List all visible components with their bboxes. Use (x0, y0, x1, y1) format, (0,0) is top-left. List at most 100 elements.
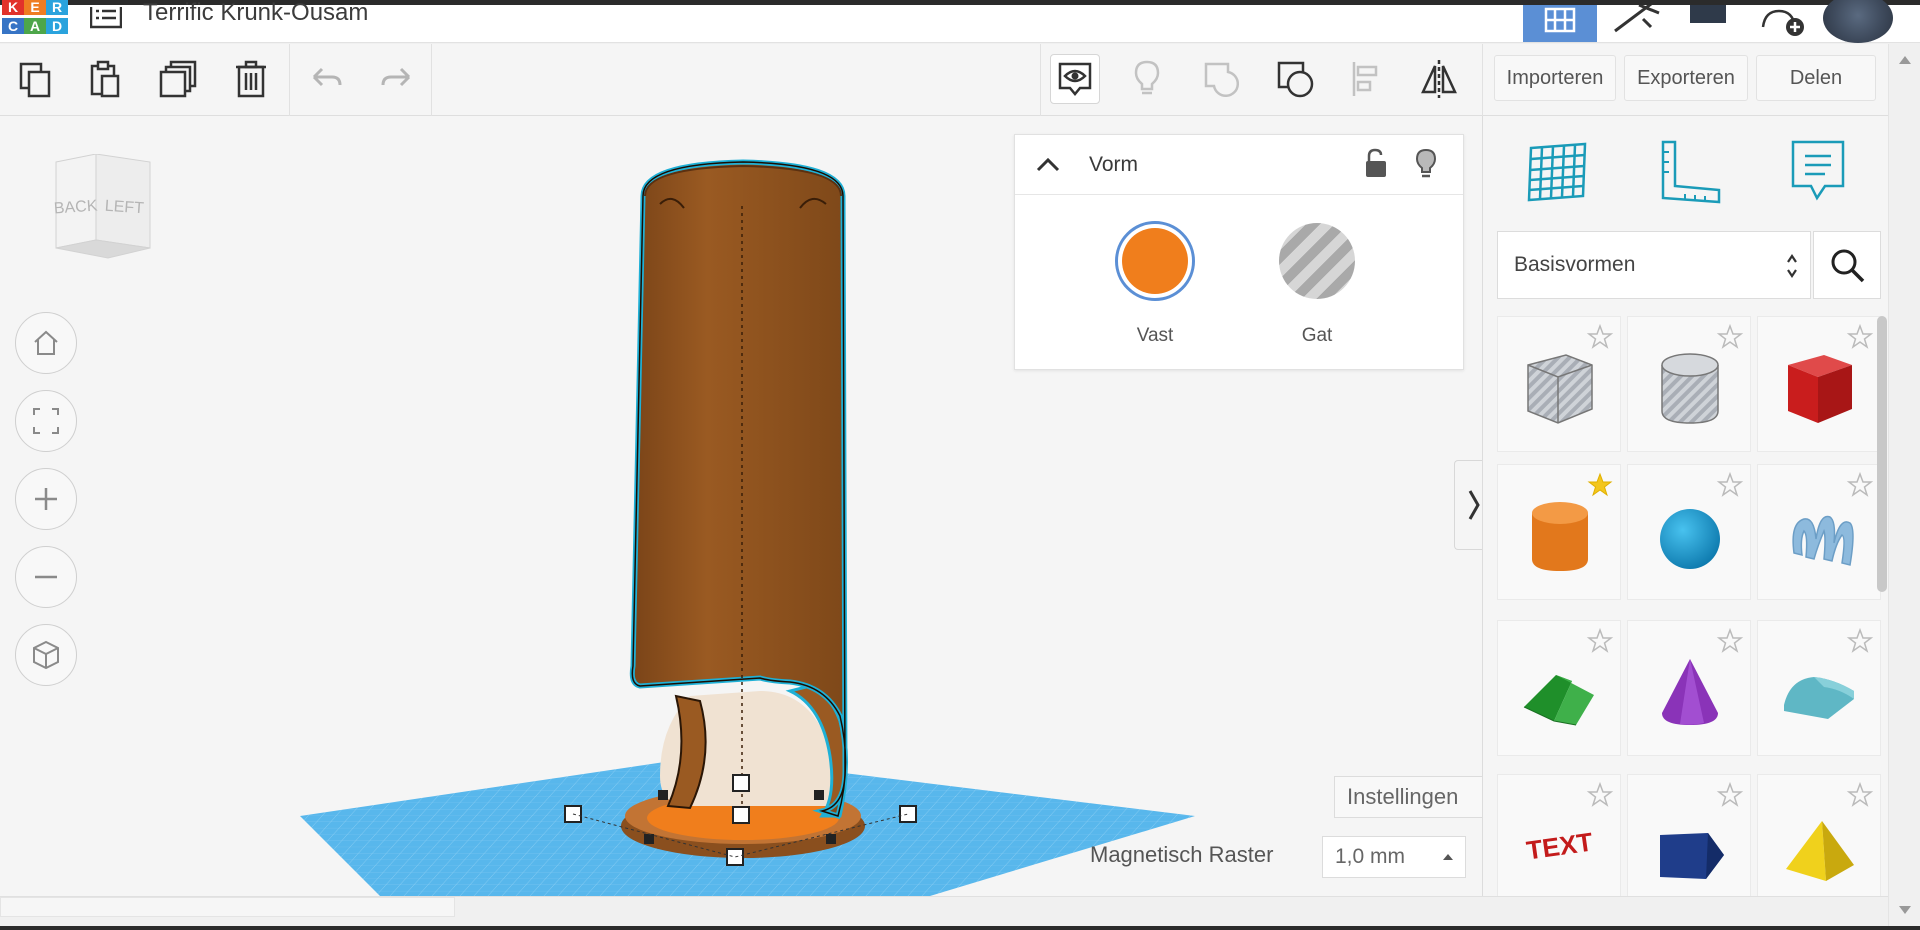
undo-button[interactable] (302, 54, 352, 104)
shape-tile-round-roof[interactable] (1757, 620, 1881, 756)
view-cube-back[interactable]: BACK (53, 197, 98, 217)
logo-letter: E (24, 0, 46, 15)
ortho-view-button[interactable] (15, 624, 77, 686)
toolbar-divider (1040, 44, 1041, 116)
scroll-thumb[interactable] (0, 897, 455, 917)
inspector-header: Vorm (1015, 135, 1463, 195)
align-button[interactable] (1342, 54, 1392, 104)
shape-tile-cone[interactable] (1627, 620, 1751, 756)
snap-grid-select[interactable]: 1,0 mm (1322, 836, 1466, 878)
bricks-button[interactable] (1680, 5, 1736, 42)
shape-tile-cylinder[interactable] (1497, 464, 1621, 600)
redo-button[interactable] (371, 54, 421, 104)
bulb-icon (1134, 60, 1160, 95)
star-icon[interactable] (1846, 627, 1874, 655)
zoom-out-button[interactable] (15, 546, 77, 608)
shape-tile-roof[interactable] (1497, 620, 1621, 756)
hide-button[interactable] (1411, 147, 1441, 181)
note-eye-icon (1058, 62, 1092, 96)
window-bottom-edge (0, 926, 1920, 930)
shape-tile-box[interactable] (1757, 316, 1881, 452)
notes-button[interactable] (1781, 134, 1857, 210)
chevron-right-icon (1468, 490, 1480, 520)
workplane-icon (1527, 142, 1587, 202)
undo-icon (312, 67, 342, 87)
star-icon[interactable] (1716, 323, 1744, 351)
toolbar-divider (431, 44, 432, 116)
resize-handle[interactable] (726, 848, 744, 866)
invite-button[interactable] (1755, 5, 1811, 42)
import-button[interactable]: Importeren (1494, 55, 1616, 101)
grid-view-button[interactable] (1523, 5, 1597, 42)
star-icon[interactable] (1846, 323, 1874, 351)
shape-tile-sphere[interactable] (1627, 464, 1751, 600)
copy-button[interactable] (11, 54, 61, 104)
height-handle[interactable] (732, 806, 750, 824)
scroll-up-icon[interactable] (1899, 56, 1911, 64)
shape-tile-prism[interactable] (1627, 774, 1751, 896)
paste-button[interactable] (80, 54, 130, 104)
shapes-scrollbar[interactable] (1877, 316, 1887, 592)
shape-inspector: Vorm Vast Gat (1014, 134, 1464, 370)
blocks-button[interactable] (1605, 0, 1669, 42)
star-icon[interactable] (1716, 781, 1744, 809)
delete-button[interactable] (226, 54, 276, 104)
scroll-down-icon[interactable] (1899, 906, 1911, 914)
shape-tile-box-hole[interactable] (1497, 316, 1621, 452)
group-button[interactable] (1196, 54, 1246, 104)
export-button[interactable]: Exporteren (1624, 55, 1748, 101)
star-icon[interactable] (1846, 471, 1874, 499)
paste-icon (90, 60, 120, 98)
star-icon[interactable] (1586, 471, 1614, 499)
fit-view-button[interactable] (15, 390, 77, 452)
grid-view-icon (1544, 7, 1576, 33)
updown-icon (1787, 254, 1797, 278)
mirror-button[interactable] (1414, 54, 1464, 104)
solid-color-swatch[interactable] (1115, 221, 1195, 301)
star-icon[interactable] (1716, 627, 1744, 655)
align-icon (1352, 62, 1378, 96)
shape-tiles: TEXT (1497, 316, 1885, 896)
shape-library-select[interactable]: Basisvormen (1497, 231, 1811, 299)
duplicate-button[interactable] (153, 54, 203, 104)
notes-toggle-button[interactable] (1050, 54, 1100, 104)
shape-search-button[interactable] (1813, 231, 1881, 299)
star-icon[interactable] (1586, 627, 1614, 655)
star-icon[interactable] (1586, 781, 1614, 809)
settings-button[interactable]: Instellingen (1334, 776, 1482, 818)
list-icon[interactable] (89, 1, 123, 29)
page-horizontal-scrollbar[interactable] (0, 896, 1888, 930)
collapse-inspector-button[interactable] (1033, 151, 1063, 177)
resize-handle[interactable] (899, 805, 917, 823)
hole-swatch[interactable] (1279, 223, 1355, 299)
redo-icon (381, 67, 411, 87)
design-title[interactable]: Terrific Krunk-Ousam (143, 0, 368, 27)
page-vertical-scrollbar[interactable] (1888, 44, 1920, 926)
star-icon[interactable] (1846, 781, 1874, 809)
logo-letter: R (46, 0, 68, 15)
duplicate-icon (159, 60, 197, 98)
ruler-button[interactable] (1651, 134, 1727, 210)
bulb-button[interactable] (1122, 54, 1172, 104)
shape-tile-cylinder-hole[interactable] (1627, 316, 1751, 452)
home-view-button[interactable] (15, 312, 77, 374)
star-icon[interactable] (1586, 323, 1614, 351)
shape-tile-pyramid[interactable] (1757, 774, 1881, 896)
star-icon[interactable] (1716, 471, 1744, 499)
share-button[interactable]: Delen (1756, 55, 1876, 101)
tinkercad-logo[interactable]: K E R C A D (0, 0, 70, 39)
toolbar-divider (289, 44, 290, 116)
notes-icon (1791, 140, 1845, 201)
avatar[interactable] (1823, 0, 1893, 43)
resize-handle[interactable] (732, 774, 750, 792)
subtract-button[interactable] (1270, 54, 1320, 104)
lock-button[interactable] (1361, 147, 1391, 181)
home-icon (34, 330, 58, 355)
view-cube[interactable]: BACK LEFT (38, 153, 154, 264)
view-cube-left[interactable]: LEFT (104, 198, 144, 218)
zoom-in-button[interactable] (15, 468, 77, 530)
shape-group-icon (1204, 62, 1240, 98)
shape-tile-text[interactable]: TEXT (1497, 774, 1621, 896)
shape-tile-scribble[interactable] (1757, 464, 1881, 600)
workplane-button[interactable] (1519, 134, 1595, 210)
